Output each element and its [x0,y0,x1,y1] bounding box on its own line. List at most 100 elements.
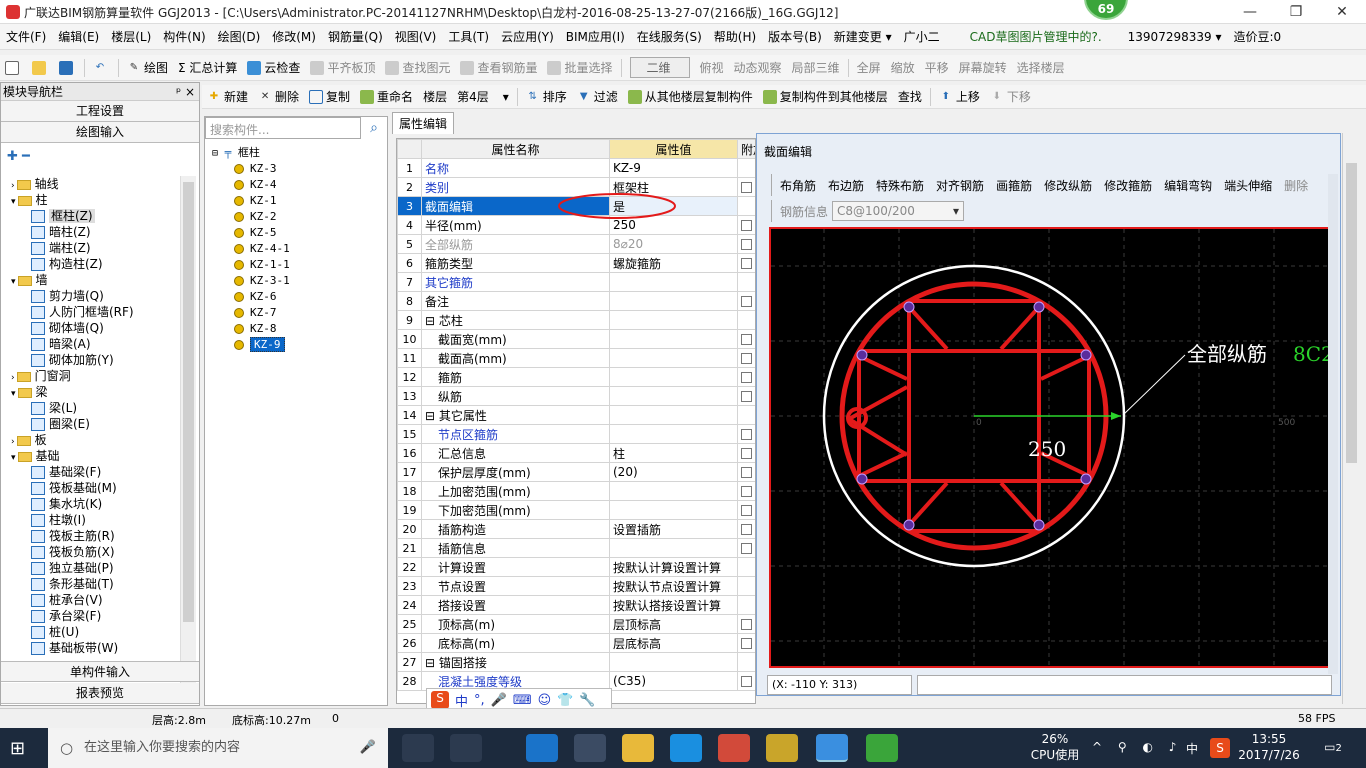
save-icon[interactable] [54,57,81,79]
nav-folder[interactable]: › 门窗洞 [11,368,181,384]
nav-item[interactable]: 端柱(Z) [11,240,181,256]
cad-notice[interactable]: CAD草图图片管理中的?. [964,28,1108,45]
search-icon[interactable]: ⌕ [362,117,386,139]
menu-view[interactable]: 视图(V) [389,28,443,45]
menu-version[interactable]: 版本号(B) [762,28,828,45]
property-row[interactable]: 9 ⊟ 芯柱 [397,310,755,330]
prop-value[interactable]: 按默认节点设置计算 [609,576,738,596]
section-canvas[interactable]: 0 500 250 全部纵筋 8C2 [769,227,1332,668]
project-settings-button[interactable]: 工程设置 [1,101,199,122]
edge-icon[interactable] [526,734,558,762]
view-mode-select[interactable]: 二维 [625,57,695,79]
prop-extra[interactable] [737,272,755,292]
property-row[interactable]: 24 搭接设置 按默认搭接设置计算 [397,595,755,615]
edit-hook-button[interactable]: 编辑弯钩 [1164,177,1212,194]
drawing-input-button[interactable]: 绘图输入 [1,122,199,143]
nav-item[interactable]: 条形基础(T) [11,576,181,592]
extra-checkbox[interactable] [741,220,752,231]
floor-select[interactable]: 第4层 ▾ [452,86,514,108]
prop-value[interactable]: 8⌀20 [609,234,738,254]
prop-extra[interactable] [737,405,755,425]
minimize-icon[interactable]: — [1230,2,1270,22]
menu-edit[interactable]: 编辑(E) [52,28,105,45]
prop-value[interactable]: (20) [609,462,738,482]
prop-extra[interactable] [737,538,755,558]
component-item[interactable]: KZ-6 [212,289,384,305]
nav-folder[interactable]: › 板 [11,432,181,448]
extra-checkbox[interactable] [741,334,752,345]
prop-extra[interactable] [737,462,755,482]
prop-extra[interactable] [737,424,755,444]
special-rebar-button[interactable]: 特殊布筋 [876,177,924,194]
menu-rebar-qty[interactable]: 钢筋量(Q) [322,28,389,45]
top-view-button[interactable]: 俯视 [695,57,729,79]
pan-button[interactable]: 平移 [920,57,954,79]
undo-icon[interactable]: ↶ [88,57,115,79]
nav-item[interactable]: 筏板基础(M) [11,480,181,496]
component-item[interactable]: KZ-3-1 [212,273,384,289]
notification-icon[interactable]: ▭2 [1318,740,1348,754]
extra-checkbox[interactable] [741,676,752,687]
menu-help[interactable]: 帮助(H) [708,28,762,45]
prop-extra[interactable] [737,291,755,311]
prop-value[interactable] [609,329,738,349]
prop-value[interactable] [609,272,738,292]
nav-item[interactable]: 桩(U) [11,624,181,640]
find-button[interactable]: 查找 [893,86,927,108]
component-item[interactable]: KZ-4-1 [212,241,384,257]
nav-folder[interactable]: ▾ 梁 [11,384,181,400]
sogou-icon[interactable]: S [431,691,449,709]
extra-checkbox[interactable] [741,524,752,535]
task-view-icon[interactable] [402,734,434,762]
property-row[interactable]: 13 纵筋 [397,386,755,406]
extra-checkbox[interactable] [741,543,752,554]
batch-select-button[interactable]: 批量选择 [542,57,617,79]
nav-item[interactable]: 基础板带(W) [11,640,181,656]
extra-checkbox[interactable] [741,429,752,440]
component-item[interactable]: KZ-2 [212,209,384,225]
dynamic-view-button[interactable]: 动态观察 [729,57,787,79]
component-item[interactable]: KZ-1 [212,193,384,209]
nav-item[interactable]: 独立基础(P) [11,560,181,576]
menu-draw[interactable]: 绘图(D) [212,28,267,45]
component-item[interactable]: KZ-9 [212,337,384,353]
property-row[interactable]: 18 上加密范围(mm) [397,481,755,501]
start-icon[interactable]: ⊞ [10,738,25,759]
glodon2-icon[interactable] [718,734,750,762]
extra-checkbox[interactable] [741,258,752,269]
property-row[interactable]: 22 计算设置 按默认计算设置计算 [397,557,755,577]
corner-rebar-button[interactable]: 布角筋 [780,177,816,194]
prop-extra[interactable] [737,633,755,653]
nav-folder[interactable]: ▾ 柱 [11,192,181,208]
ime-lang[interactable]: 中 [1186,740,1198,757]
expand-collapse-icons[interactable]: ✚ ━ [1,143,199,169]
taskbar-search-input[interactable]: ○ 在这里输入你要搜索的内容 🎤 [48,728,388,768]
menu-component[interactable]: 构件(N) [157,28,211,45]
prop-extra[interactable] [737,519,755,539]
component-item[interactable]: KZ-5 [212,225,384,241]
property-row[interactable]: 1 名称 KZ-9 [397,158,755,178]
property-row[interactable]: 10 截面宽(mm) [397,329,755,349]
single-component-input-button[interactable]: 单构件输入 [1,661,199,682]
open-file-icon[interactable] [27,57,54,79]
property-row[interactable]: 16 汇总信息柱 [397,443,755,463]
prop-value[interactable]: (C35) [609,671,738,691]
sogou-tray-icon[interactable]: S [1210,738,1230,758]
nav-item[interactable]: 人防门框墙(RF) [11,304,181,320]
prop-extra[interactable] [737,234,755,254]
main-vertical-scrollbar[interactable] [1342,133,1360,704]
cloud-check-button[interactable]: 云检查 [242,57,305,79]
prop-value[interactable]: 按默认计算设置计算 [609,557,738,577]
copy-from-floor-button[interactable]: 从其他楼层复制构件 [623,86,758,108]
local-3d-button[interactable]: 局部三维 [787,57,845,79]
component-root[interactable]: ⊟ ╤ 框柱 [212,145,384,161]
new-component-button[interactable]: ✚ 新建 [202,86,253,108]
prop-extra[interactable] [737,196,755,216]
component-item[interactable]: KZ-7 [212,305,384,321]
component-item[interactable]: KZ-4 [212,177,384,193]
align-slab-button[interactable]: 平齐板顶 [305,57,380,79]
new-change-button[interactable]: 新建变更 ▾ [828,28,898,45]
extra-checkbox[interactable] [741,638,752,649]
prop-extra[interactable] [737,652,755,672]
file-explorer-icon[interactable] [622,734,654,762]
